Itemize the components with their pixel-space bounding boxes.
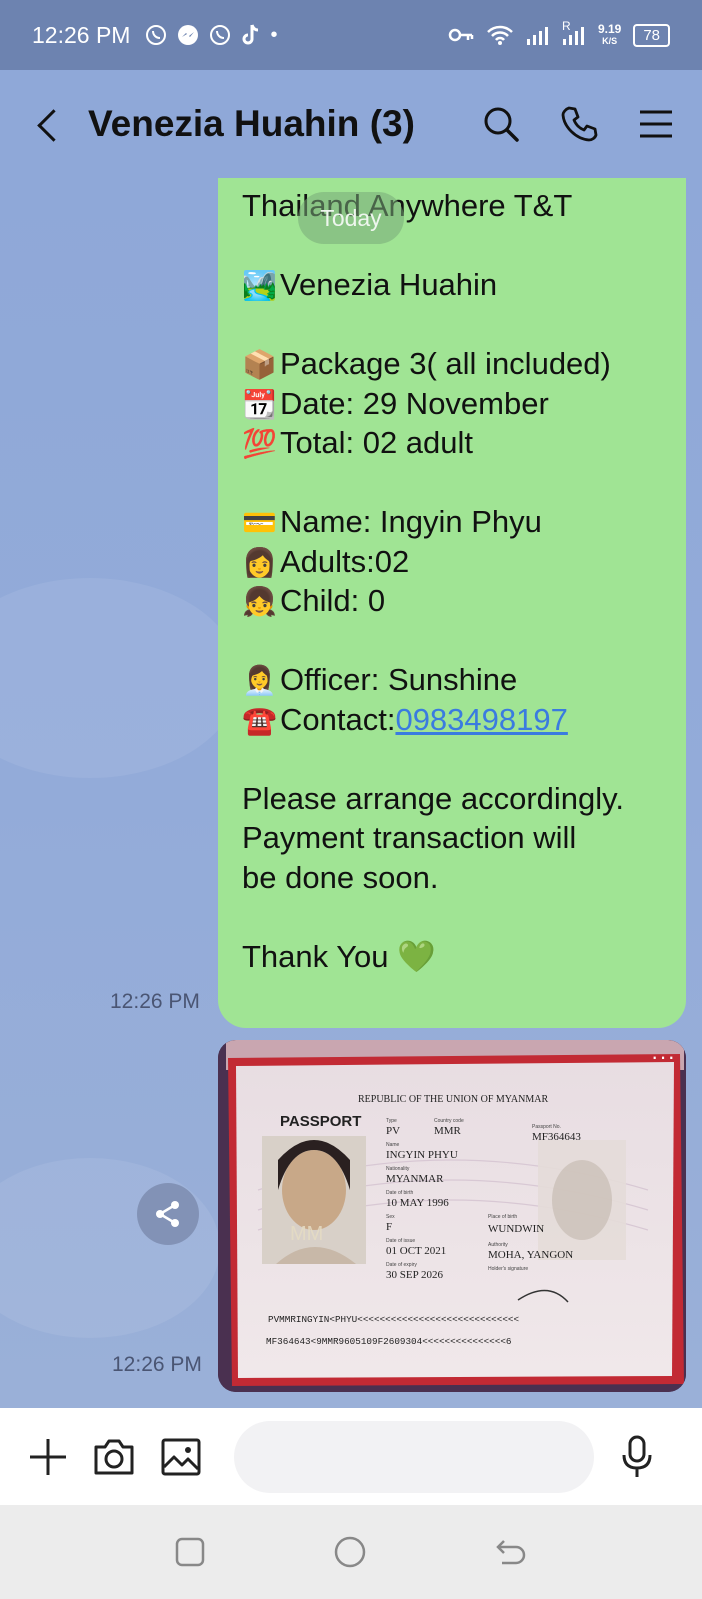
message-line: be done soon. xyxy=(242,859,439,895)
message-line: 👧 Child: 0 xyxy=(242,581,662,621)
back-icon[interactable] xyxy=(28,104,68,144)
message-line: 💯 Total: 02 adult xyxy=(242,423,662,463)
passport-pob-label: Place of birth xyxy=(488,1214,517,1220)
plus-icon xyxy=(30,1438,66,1475)
message-line: 💳 Name: Ingyin Phyu xyxy=(242,502,662,542)
camera-icon xyxy=(94,1439,134,1474)
signal-icon xyxy=(526,27,548,45)
more-dot-icon: • xyxy=(270,23,278,46)
key-icon xyxy=(448,28,474,42)
messenger-icon xyxy=(178,25,199,45)
roaming-label: R xyxy=(561,19,571,33)
more-options-icon[interactable]: ··· xyxy=(651,1044,676,1070)
hundred-icon: 💯 xyxy=(242,428,277,459)
chat-title: Venezia Huahin (3) xyxy=(88,103,415,144)
passport-country-label: Country code xyxy=(434,1118,464,1124)
passport-sex: F xyxy=(386,1221,392,1233)
girl-icon: 👧 xyxy=(242,586,277,617)
phone-link[interactable]: 0983498197 xyxy=(395,702,567,737)
passport-expiry-date: 30 SEP 2026 xyxy=(386,1269,444,1281)
passport-photo: MM REPUBLIC OF THE UNION OF MYANMAR PASS… xyxy=(218,1040,686,1392)
message-image-passport[interactable]: MM REPUBLIC OF THE UNION OF MYANMAR PASS… xyxy=(218,1040,686,1392)
message-timestamp: 12:26 PM xyxy=(110,990,200,1013)
recent-apps-icon[interactable] xyxy=(174,1536,206,1568)
passport-nationality-label: Nationality xyxy=(386,1166,410,1172)
phone-icon[interactable] xyxy=(560,105,598,143)
mic-button[interactable] xyxy=(620,1433,654,1481)
passport-issue-date: 01 OCT 2021 xyxy=(386,1245,446,1257)
wifi-icon xyxy=(487,25,513,45)
passport-issue-label: Date of issue xyxy=(386,1238,415,1244)
passport-signature-label: Holder's signature xyxy=(488,1266,528,1272)
woman-icon: 👩 xyxy=(242,546,277,578)
message-line: 📆 Date: 29 November xyxy=(242,384,662,424)
status-bar: 12:26 PM • R 9.19 K/S 78 xyxy=(0,0,702,70)
passport-sex-label: Sex xyxy=(386,1214,395,1220)
chat-header: Venezia Huahin (3) xyxy=(0,70,702,178)
viber-icon-2 xyxy=(210,25,231,45)
credit-card-icon: 💳 xyxy=(242,507,277,538)
passport-country: MMR xyxy=(434,1125,462,1137)
network-speed-unit: K/S xyxy=(602,36,618,46)
passport-title-text: PASSPORT xyxy=(280,1113,361,1130)
passport-name: INGYIN PHYU xyxy=(386,1149,458,1161)
tiktok-icon xyxy=(242,24,259,45)
passport-number-label: Passport No. xyxy=(532,1124,561,1130)
message-line: Thank You 💚 xyxy=(242,938,436,974)
gallery-button[interactable] xyxy=(160,1433,202,1481)
message-line: ☎️ Contact:0983498197 xyxy=(242,700,662,740)
passport-number: MF364643 xyxy=(532,1131,581,1143)
passport-dob: 10 MAY 1996 xyxy=(386,1197,449,1209)
passport-stamp: MM xyxy=(290,1223,323,1245)
menu-icon[interactable] xyxy=(638,109,674,139)
passport-type-label: Type xyxy=(386,1118,397,1124)
passport-authority: MOHA, YANGON xyxy=(488,1249,573,1261)
officer-icon: 👩‍💼 xyxy=(242,665,277,696)
search-icon[interactable] xyxy=(482,105,520,143)
mic-icon xyxy=(622,1435,652,1477)
passport-nationality: MYANMAR xyxy=(386,1173,444,1185)
passport-authority-label: Authority xyxy=(488,1242,508,1248)
message-line: 👩 Adults:02 xyxy=(242,542,662,582)
calendar-icon: 📆 xyxy=(242,388,277,420)
message-line: 👩‍💼 Officer: Sunshine xyxy=(242,660,662,700)
status-time: 12:26 PM xyxy=(32,21,131,48)
network-speed-value: 9.19 xyxy=(597,22,622,36)
message-timestamp: 12:26 PM xyxy=(112,1353,202,1376)
date-divider: Today xyxy=(298,192,404,244)
passport-header-text: REPUBLIC OF THE UNION OF MYANMAR xyxy=(358,1094,548,1105)
plus-button[interactable] xyxy=(28,1433,68,1481)
battery-indicator: 78 xyxy=(633,23,670,47)
passport-mrz-line2: MF364643<9MMR9605109F2609304<<<<<<<<<<<<… xyxy=(266,1336,511,1347)
message-line: Please arrange accordingly. xyxy=(242,780,624,816)
system-icons: R 9.19 K/S 78 xyxy=(448,19,670,47)
notification-icons: • xyxy=(144,23,277,47)
message-input-field[interactable] xyxy=(234,1420,594,1493)
passport-dob-label: Date of birth xyxy=(386,1190,413,1196)
passport-expiry-label: Date of expiry xyxy=(386,1262,417,1268)
camera-button[interactable] xyxy=(92,1433,136,1481)
package-icon: 📦 xyxy=(242,349,277,380)
chat-area[interactable]: Thailand Anywhere T&T 🏞️ Venezia Huahin 📦… xyxy=(0,178,702,1408)
share-button[interactable] xyxy=(137,1183,199,1245)
passport-place-of-birth: WUNDWIN xyxy=(488,1223,544,1235)
message-input[interactable] xyxy=(266,1442,576,1471)
message-input-bar xyxy=(0,1408,702,1505)
message-line: Payment transaction will xyxy=(242,820,577,855)
home-icon[interactable] xyxy=(333,1535,367,1569)
system-nav-bar xyxy=(0,1505,702,1599)
header-actions xyxy=(482,105,674,143)
viber-icon xyxy=(146,25,167,45)
passport-mrz-line1: PVMMRINGYIN<PHYU<<<<<<<<<<<<<<<<<<<<<<<<… xyxy=(268,1314,519,1325)
passport-name-label: Name xyxy=(386,1142,400,1148)
telephone-icon: ☎️ xyxy=(242,704,277,736)
landscape-icon: 🏞️ xyxy=(242,270,277,301)
gallery-icon xyxy=(161,1438,201,1475)
message-bubble-text[interactable]: Thailand Anywhere T&T 🏞️ Venezia Huahin 📦… xyxy=(218,178,686,1028)
message-line: 📦 Package 3( all included) xyxy=(242,344,662,384)
share-icon xyxy=(156,1201,179,1227)
message-line: 🏞️ Venezia Huahin xyxy=(242,265,662,305)
passport-type: PV xyxy=(386,1125,400,1137)
back-nav-icon[interactable] xyxy=(494,1537,528,1567)
